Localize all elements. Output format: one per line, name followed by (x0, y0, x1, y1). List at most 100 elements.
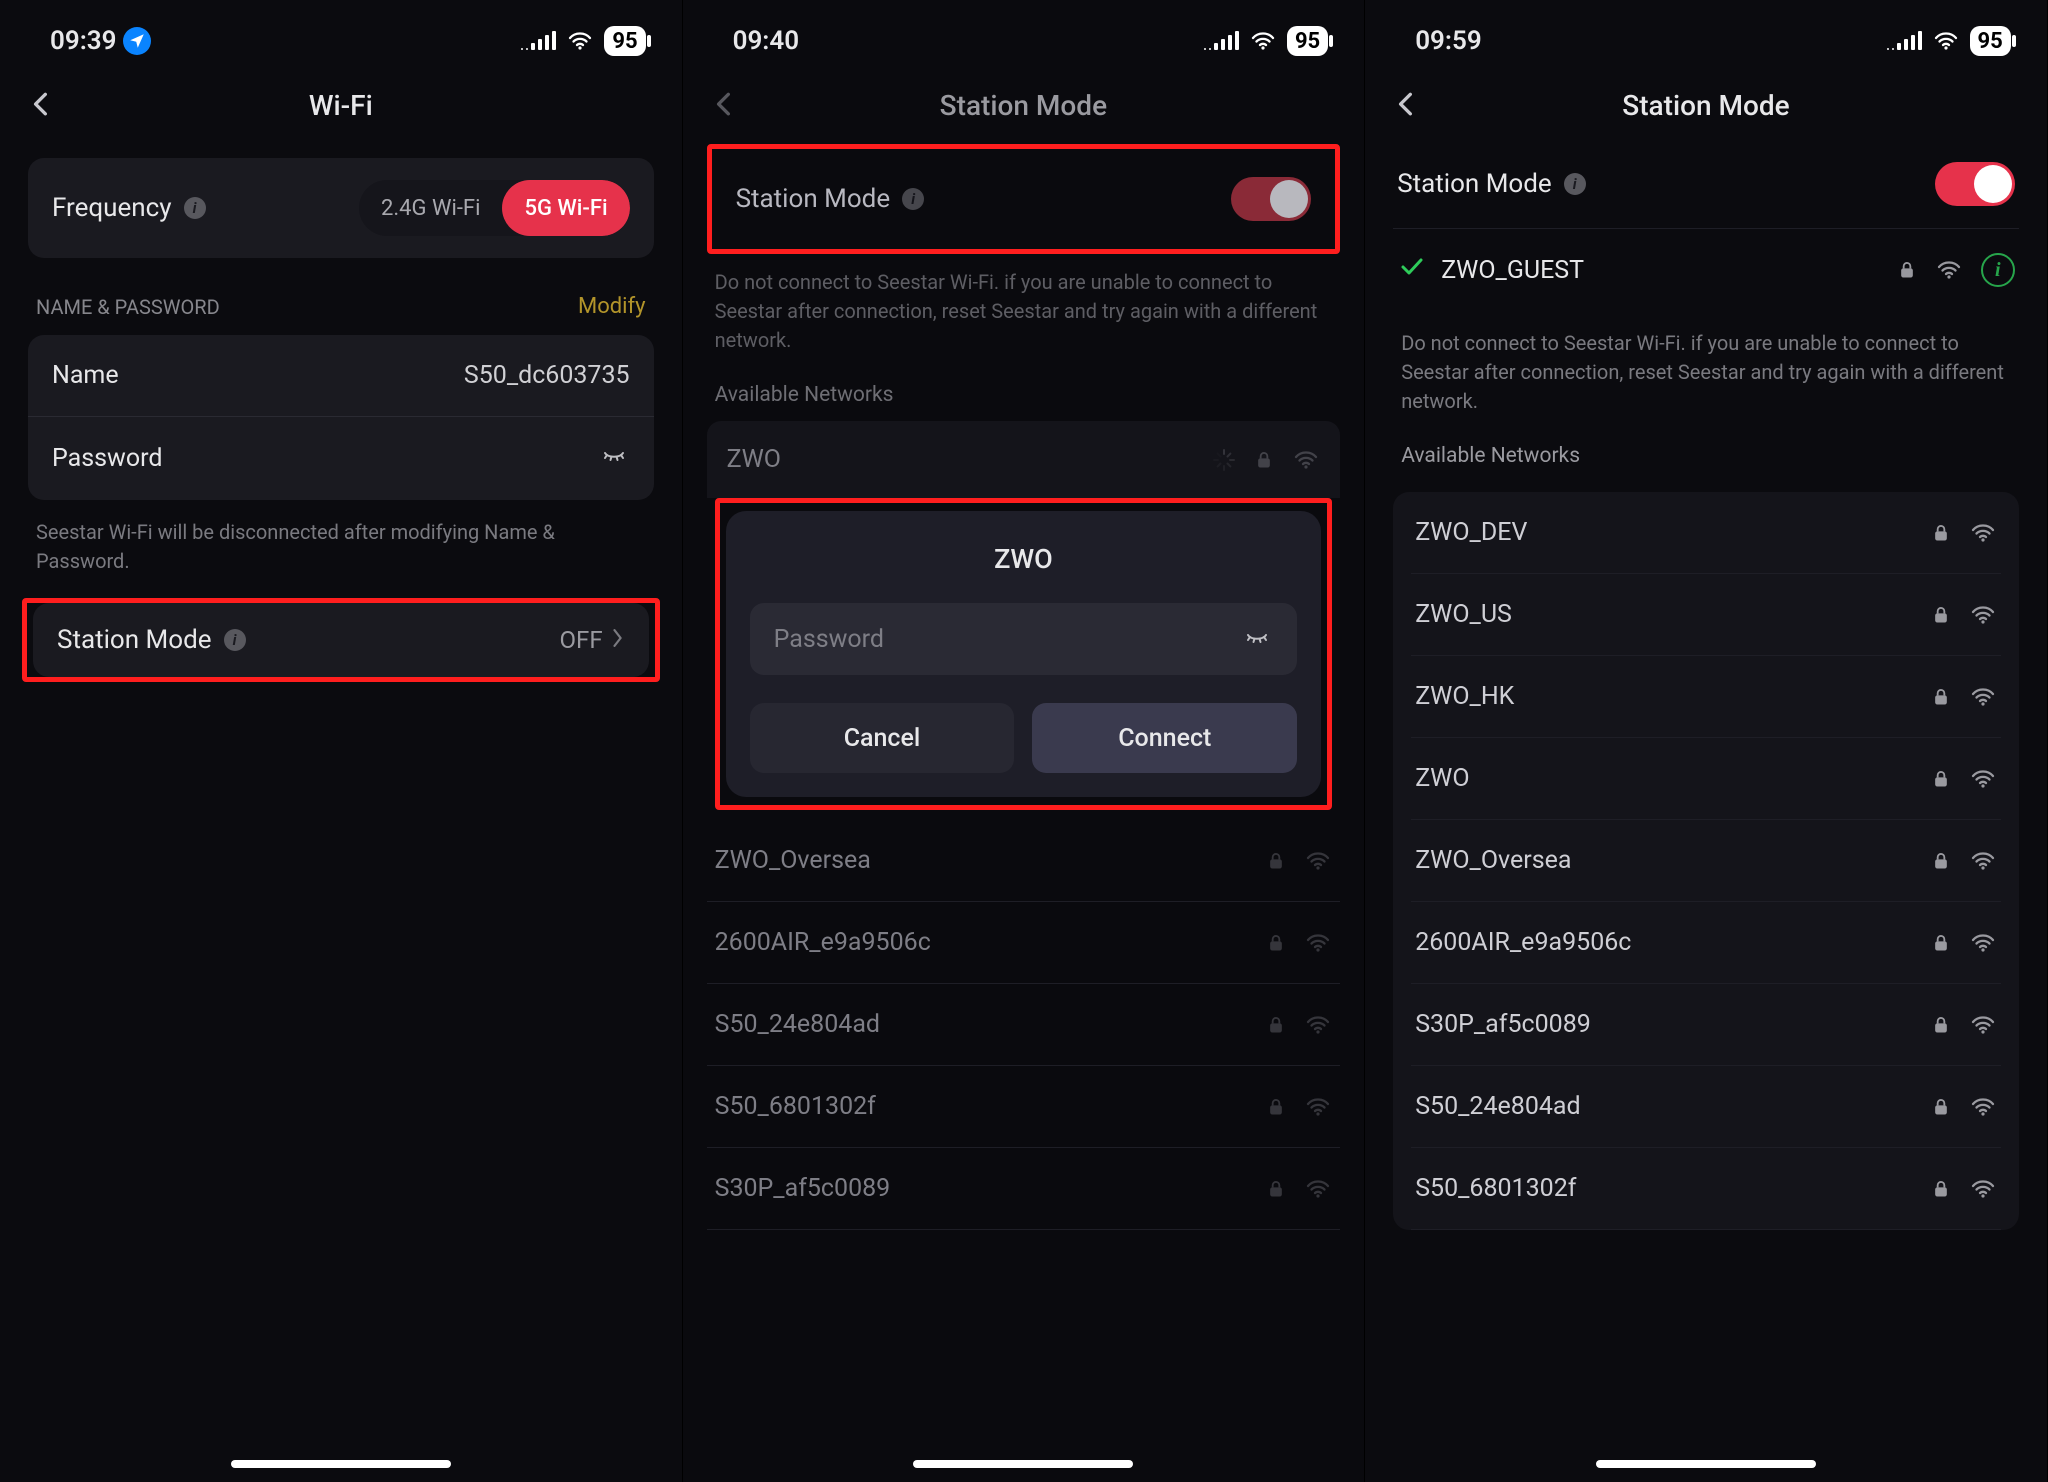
lock-icon (1897, 259, 1917, 281)
network-row[interactable]: S30P_af5c0089 (707, 1148, 1341, 1230)
nav-header: Station Mode (1365, 70, 2047, 140)
frequency-segmented-control[interactable]: 2.4G Wi-Fi 5G Wi-Fi (359, 180, 630, 236)
wifi-icon (1969, 1013, 1997, 1037)
network-name: ZWO_Oversea (1415, 846, 1571, 875)
info-icon[interactable]: i (184, 197, 206, 219)
station-mode-toggle[interactable] (1935, 162, 2015, 206)
back-button[interactable] (1393, 90, 1419, 120)
chevron-right-icon (611, 626, 625, 654)
info-icon[interactable]: i (902, 188, 924, 210)
annotation-highlight: Station Mode i (707, 144, 1341, 254)
network-row[interactable]: S50_6801302f (707, 1066, 1341, 1148)
status-time: 09:39 (50, 26, 117, 56)
back-button[interactable] (711, 90, 737, 120)
home-indicator[interactable] (231, 1460, 451, 1468)
network-row[interactable]: ZWO_Oversea (1411, 820, 2001, 902)
network-row[interactable]: S50_6801302f (1411, 1148, 2001, 1230)
lock-icon (1266, 932, 1286, 954)
lock-icon (1931, 1014, 1951, 1036)
frequency-option-24g[interactable]: 2.4G Wi-Fi (359, 180, 502, 236)
modify-button[interactable]: Modify (578, 294, 646, 319)
network-row[interactable]: 2600AIR_e9a9506c (1411, 902, 2001, 984)
lock-icon (1931, 686, 1951, 708)
station-mode-label: Station Mode (57, 625, 212, 655)
network-name: 2600AIR_e9a9506c (715, 928, 931, 957)
frequency-option-5g[interactable]: 5G Wi-Fi (502, 180, 629, 236)
lock-icon (1931, 1096, 1951, 1118)
page-title: Station Mode (1395, 89, 2017, 122)
wifi-icon (1969, 931, 1997, 955)
lock-icon (1266, 1178, 1286, 1200)
info-icon[interactable]: i (1981, 253, 2015, 287)
available-networks-list: ZWO_DEVZWO_US ZWO_HK ZWO ZWO_Oversea 2600AIR… (1393, 492, 2019, 1230)
network-name: S30P_af5c0089 (715, 1174, 891, 1203)
network-name: S50_6801302f (715, 1092, 876, 1121)
modal-title: ZWO (750, 543, 1298, 575)
connected-network-name: ZWO_GUEST (1441, 256, 1584, 285)
network-name: ZWO_Oversea (715, 846, 871, 875)
name-password-group: Name S50_dc603735 Password (28, 335, 654, 500)
wifi-status-icon (1932, 29, 1960, 53)
lock-icon (1931, 768, 1951, 790)
annotation-highlight: Station Mode i OFF (22, 598, 660, 682)
nav-header: Wi-Fi (0, 70, 682, 140)
password-input[interactable]: Password (750, 603, 1298, 675)
help-text: Do not connect to Seestar Wi-Fi. if you … (707, 254, 1341, 355)
password-row: Password (28, 417, 654, 500)
status-bar: 09:39 95 (0, 0, 682, 70)
lock-icon (1931, 522, 1951, 544)
home-indicator[interactable] (913, 1460, 1133, 1468)
section-label: NAME & PASSWORD (36, 295, 220, 319)
name-password-header: NAME & PASSWORD Modify (28, 258, 654, 335)
location-icon (123, 27, 151, 55)
network-row[interactable]: ZWO_Oversea (707, 820, 1341, 902)
info-icon[interactable]: i (1564, 173, 1586, 195)
network-name: ZWO_HK (1415, 682, 1514, 711)
cellular-icon (521, 32, 556, 50)
station-mode-row[interactable]: Station Mode i OFF (33, 603, 649, 677)
lock-icon (1254, 449, 1274, 471)
network-row[interactable]: ZWO_HK (1411, 656, 2001, 738)
info-icon[interactable]: i (224, 629, 246, 651)
station-mode-toggle[interactable] (1231, 177, 1311, 221)
network-row[interactable]: 2600AIR_e9a9506c (707, 902, 1341, 984)
available-networks-label: Available Networks (707, 355, 1341, 421)
network-row[interactable]: S30P_af5c0089 (1411, 984, 2001, 1066)
network-row[interactable]: ZWO_DEV (1411, 492, 2001, 574)
network-row[interactable]: ZWO_US (1411, 574, 2001, 656)
nav-header: Station Mode (683, 70, 1365, 140)
station-mode-toggle-row: Station Mode i (1393, 140, 2019, 229)
screen-station-mode-connecting: 09:40 95 Station Mode Station Mode i Do … (683, 0, 1366, 1482)
back-button[interactable] (28, 90, 54, 120)
network-row-connecting[interactable]: ZWO (707, 421, 1341, 498)
name-value: S50_dc603735 (464, 361, 630, 390)
cancel-button[interactable]: Cancel (750, 703, 1015, 773)
wifi-icon (1304, 849, 1332, 873)
available-networks-label: Available Networks (1393, 416, 2019, 482)
battery-indicator: 95 (604, 26, 645, 56)
frequency-label: Frequency (52, 193, 172, 223)
battery-indicator: 95 (1287, 26, 1328, 56)
network-row[interactable]: S50_24e804ad (707, 984, 1341, 1066)
home-indicator[interactable] (1596, 1460, 1816, 1468)
page-title: Wi-Fi (30, 89, 652, 122)
network-name: ZWO (1415, 764, 1469, 793)
network-name: S50_6801302f (1415, 1174, 1576, 1203)
wifi-icon (1969, 685, 1997, 709)
network-name: S30P_af5c0089 (1415, 1010, 1591, 1039)
lock-icon (1266, 1014, 1286, 1036)
wifi-icon (1935, 258, 1963, 282)
lock-icon (1931, 604, 1951, 626)
eye-closed-icon[interactable] (598, 443, 630, 474)
eye-closed-icon[interactable] (1241, 625, 1273, 653)
password-label: Password (52, 444, 162, 473)
network-row[interactable]: S50_24e804ad (1411, 1066, 2001, 1148)
network-row[interactable]: ZWO (1411, 738, 2001, 820)
help-text: Seestar Wi-Fi will be disconnected after… (28, 500, 654, 576)
wifi-icon (1292, 448, 1320, 472)
station-mode-label: Station Mode (1397, 169, 1552, 199)
connected-network-row[interactable]: ZWO_GUEST i (1393, 229, 2019, 311)
screen-wifi: 09:39 95 Wi-Fi Frequency i 2.4G Wi-Fi 5G… (0, 0, 683, 1482)
connect-button[interactable]: Connect (1032, 703, 1297, 773)
wifi-icon (1304, 1013, 1332, 1037)
